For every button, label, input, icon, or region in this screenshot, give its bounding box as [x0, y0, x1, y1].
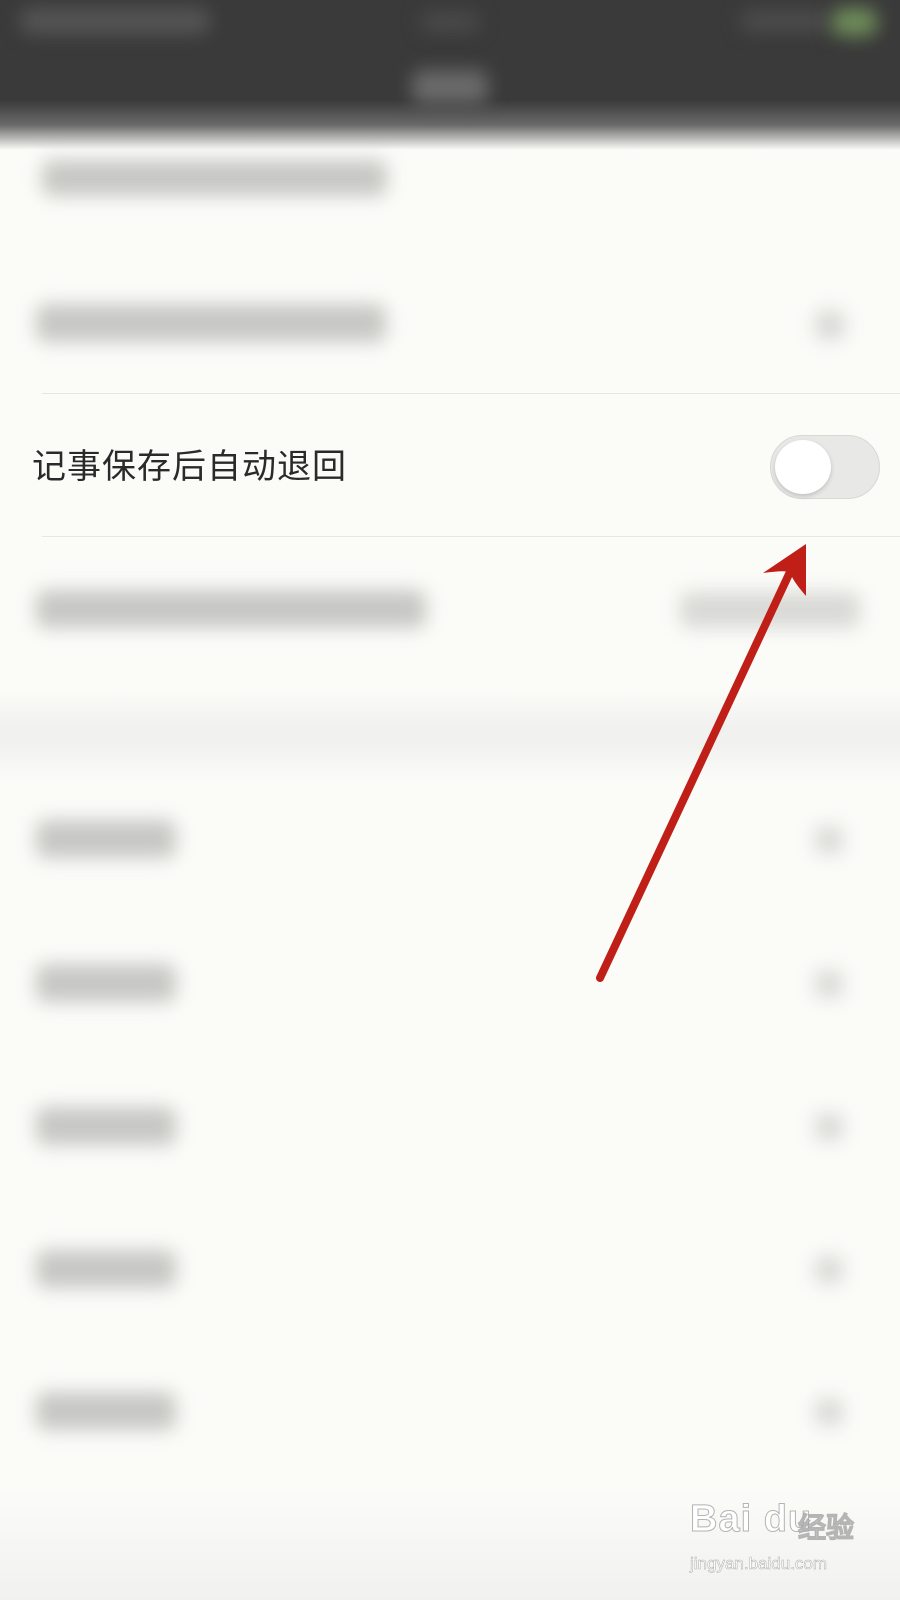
- watermark-brand-cn: 经验: [797, 1511, 855, 1545]
- chevron-right-icon: [815, 1113, 843, 1141]
- divider: [42, 393, 900, 394]
- row-label-blurred: [36, 304, 386, 342]
- row-label-blurred: [36, 1250, 176, 1288]
- settings-row-blurred[interactable]: [0, 1075, 900, 1185]
- battery-icon: [832, 8, 877, 36]
- chevron-right-icon: [815, 1256, 843, 1284]
- chevron-right-icon: [815, 970, 843, 998]
- nav-title-blurred: [412, 70, 488, 104]
- settings-row-blurred[interactable]: [0, 1360, 900, 1470]
- status-bar-time-blurred: [420, 12, 480, 32]
- setting-row-auto-return: 记事保存后自动退回: [0, 395, 900, 535]
- row-label-blurred: [36, 1392, 176, 1430]
- chevron-right-icon: [815, 310, 845, 340]
- row-label-blurred: [36, 590, 426, 628]
- settings-row-blurred[interactable]: [0, 790, 900, 900]
- watermark-brand: Bai du: [689, 1498, 813, 1541]
- toggle-knob: [775, 440, 831, 494]
- row-label-blurred: [36, 964, 176, 1002]
- settings-row-blurred[interactable]: [0, 150, 900, 250]
- chevron-right-icon: [815, 1398, 843, 1426]
- watermark-url: jingyan.baidu.com: [690, 1554, 828, 1574]
- status-icons-blurred: [740, 10, 830, 32]
- row-label-blurred: [36, 1107, 176, 1145]
- top-bar: [0, 0, 900, 150]
- baidu-watermark: Bai du 经验 jingyan.baidu.com: [689, 1498, 890, 1593]
- setting-label: 记事保存后自动退回: [32, 447, 347, 487]
- status-bar-blurred: [20, 8, 210, 34]
- chevron-right-icon: [815, 826, 843, 854]
- row-label-blurred: [42, 160, 387, 196]
- divider: [42, 536, 900, 537]
- section-gap: [0, 690, 900, 780]
- settings-row-blurred[interactable]: [0, 1220, 900, 1330]
- settings-row-blurred[interactable]: [0, 260, 900, 390]
- settings-row-blurred[interactable]: [0, 930, 900, 1040]
- row-label-blurred: [36, 820, 176, 858]
- settings-row-blurred[interactable]: [0, 540, 900, 680]
- auto-return-toggle[interactable]: [770, 435, 880, 499]
- row-value-blurred: [680, 592, 860, 628]
